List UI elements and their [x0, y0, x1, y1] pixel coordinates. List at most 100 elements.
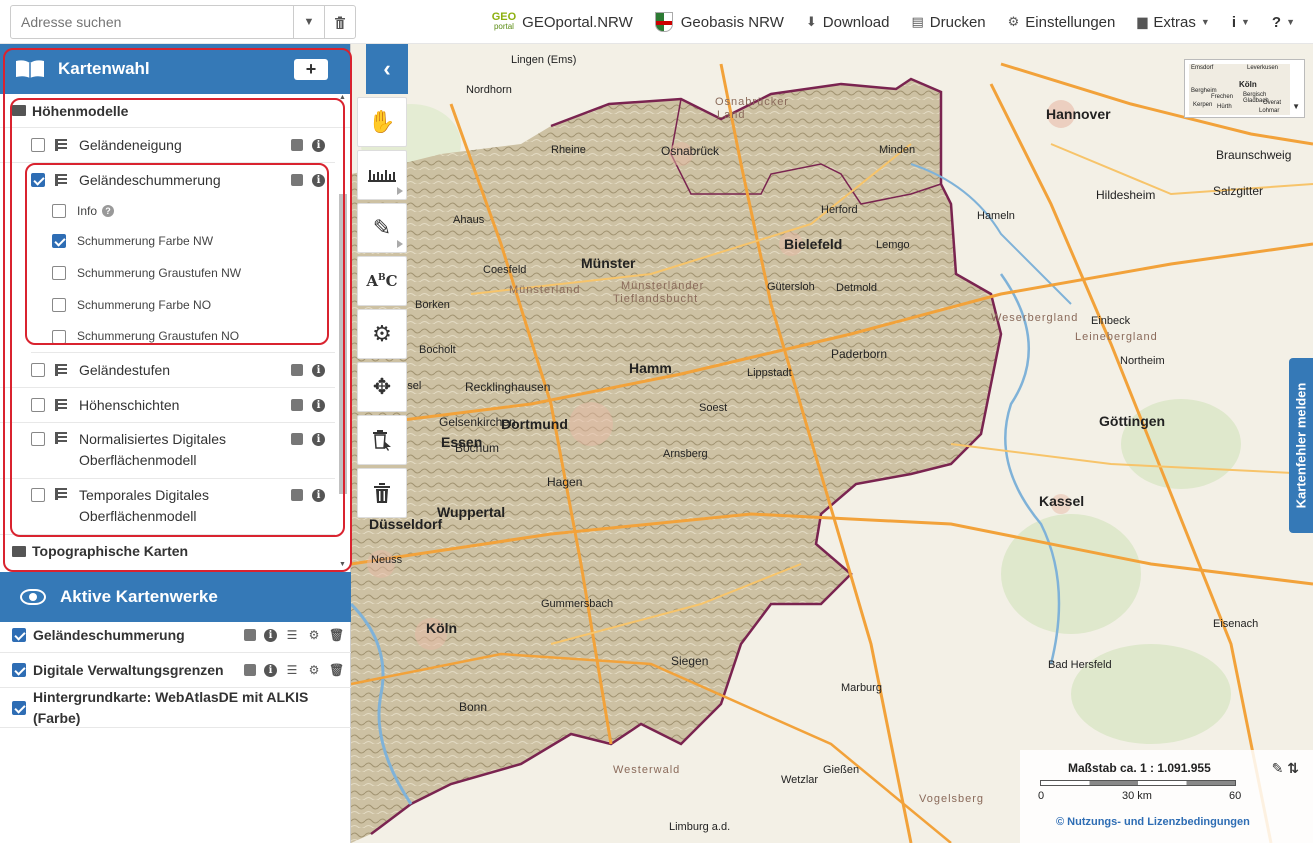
edit-icon[interactable]: ✎ — [1272, 760, 1284, 776]
info-icon[interactable]: i — [312, 364, 325, 377]
map-toolbar: ✋ ✎ ABC ⚙ ✥ — [357, 97, 407, 521]
layer-row-gelaendeschummerung[interactable]: Geländeschummerung i — [0, 163, 335, 197]
layer-row-hoehenschichten[interactable]: Höhenschichten i — [0, 388, 335, 423]
active-layer-checkbox-checked[interactable] — [12, 628, 26, 642]
scroll-down-icon[interactable]: ▼ — [339, 561, 346, 568]
sublayer-row[interactable]: Schummerung Farbe NW — [0, 225, 351, 257]
layer-tree-scrollbar[interactable]: ▲ ▼ — [339, 94, 347, 568]
map-label-bonn: Bonn — [459, 700, 488, 714]
opacity-square-icon[interactable] — [244, 664, 256, 676]
sublayer-checkbox[interactable] — [52, 329, 66, 344]
move-tool-button[interactable]: ✥ — [357, 362, 407, 412]
pan-tool-button[interactable]: ✋ — [357, 97, 407, 147]
opacity-square-icon[interactable] — [291, 399, 303, 411]
active-layer-row[interactable]: Hintergrundkarte: WebAtlasDE mit ALKIS (… — [0, 688, 351, 728]
map-label-siegen: Siegen — [671, 654, 709, 668]
info-icon[interactable]: i — [264, 629, 277, 642]
sublayer-row-info[interactable]: Info ? — [0, 197, 351, 225]
legend-list-icon[interactable]: ☰ — [286, 664, 298, 676]
overview-minimap[interactable]: Emsdorf Leverkusen Köln Bergheim Frechen… — [1184, 59, 1305, 118]
active-layer-row[interactable]: Geländeschummerung i ☰ ⚙ 🗑 — [0, 618, 351, 653]
info-icon[interactable]: i — [312, 399, 325, 412]
download-menu[interactable]: ⬇ Download — [806, 14, 890, 31]
layer-label: Temporales Digitales Oberflächenmodell — [79, 487, 209, 524]
scroll-up-icon[interactable]: ▲ — [339, 94, 346, 101]
minimap-toggle-icon[interactable]: ▼ — [1292, 102, 1300, 111]
sort-icon[interactable]: ⇅ — [1287, 760, 1299, 776]
active-layer-label: Geländeschummerung — [33, 626, 185, 643]
info-icon[interactable]: i — [312, 174, 325, 187]
layer-row-gelaendeneigung[interactable]: Geländeneigung i — [0, 128, 335, 163]
help-icon[interactable]: ? — [102, 205, 115, 217]
geobasis-link[interactable]: Geobasis NRW — [654, 12, 784, 32]
sublayer-row[interactable]: Schummerung Graustufen NO — [31, 321, 335, 353]
layer-checkbox[interactable] — [31, 488, 45, 502]
gear-icon[interactable]: ⚙ — [308, 629, 320, 641]
sublayer-label: Schummerung Graustufen NO — [77, 329, 240, 343]
layer-row-gelaendestufen[interactable]: Geländestufen i — [0, 353, 335, 388]
pencil-icon: ✎ — [372, 215, 392, 240]
scrollbar-thumb[interactable] — [339, 194, 347, 494]
trash-icon[interactable]: 🗑 — [329, 664, 344, 676]
geoportal-link[interactable]: GEO portal GEOportal.NRW — [492, 12, 633, 32]
info-icon[interactable]: i — [312, 489, 325, 502]
folder-closed-icon — [12, 545, 26, 557]
submenu-arrow-icon — [397, 187, 403, 195]
map-label-hildesheim: Hildesheim — [1096, 188, 1156, 202]
map-canvas[interactable]: Hannover Osnabrück Bielefeld Münster Dor… — [351, 44, 1313, 843]
collapse-panel-button[interactable]: ‹ — [366, 44, 408, 94]
measure-tool-button[interactable] — [357, 150, 407, 200]
layer-checkbox[interactable] — [31, 138, 45, 152]
gear-cursor-icon: ⚙ — [372, 321, 392, 346]
opacity-square-icon[interactable] — [244, 629, 256, 641]
map-label-northeim: Northeim — [1120, 355, 1165, 367]
group-topographische-karten[interactable]: Topographische Karten — [0, 535, 351, 567]
address-search-input[interactable] — [11, 6, 293, 38]
opacity-square-icon[interactable] — [291, 364, 303, 376]
layer-row-ndom[interactable]: Normalisiertes Digitales Oberflächenmodel… — [0, 423, 335, 479]
settings-tool-button[interactable]: ⚙ — [357, 309, 407, 359]
gear-icon[interactable]: ⚙ — [308, 664, 320, 676]
delete-all-button[interactable] — [357, 468, 407, 518]
active-layer-checkbox-checked[interactable] — [12, 663, 26, 677]
settings-menu[interactable]: ⚙ Einstellungen — [1008, 14, 1116, 31]
trash-icon[interactable]: 🗑 — [329, 629, 344, 641]
draw-tool-button[interactable]: ✎ — [357, 203, 407, 253]
info-icon[interactable]: i — [312, 433, 325, 446]
opacity-square-icon[interactable] — [291, 489, 303, 501]
layer-row-tdom[interactable]: Temporales Digitales Oberflächenmodell i — [0, 479, 335, 535]
extras-menu[interactable]: ▆ Extras ▼ — [1137, 14, 1209, 31]
sublayer-checkbox[interactable] — [52, 204, 66, 218]
active-layer-row[interactable]: Digitale Verwaltungsgrenzen i ☰ ⚙ 🗑 — [0, 653, 351, 688]
sublayer-checkbox[interactable] — [52, 298, 66, 312]
sublayer-checkbox[interactable] — [52, 266, 66, 280]
group-hoehenmodelle[interactable]: Höhenmodelle — [0, 94, 351, 128]
layer-label: Geländeneigung — [79, 136, 182, 153]
opacity-square-icon[interactable] — [291, 433, 303, 445]
sublayer-row[interactable]: Schummerung Graustufen NW — [0, 257, 351, 289]
label-tool-button[interactable]: ABC — [357, 256, 407, 306]
layer-checkbox[interactable] — [31, 363, 45, 377]
active-layer-checkbox-checked[interactable] — [12, 700, 26, 715]
info-icon[interactable]: i — [264, 664, 277, 677]
info-icon[interactable]: i — [312, 139, 325, 152]
search-clear-button[interactable] — [324, 6, 355, 38]
layer-checkbox[interactable] — [31, 398, 45, 412]
delete-select-tool-button[interactable] — [357, 415, 407, 465]
minimap-label: Overat — [1263, 100, 1282, 106]
layer-checkbox-checked[interactable] — [31, 173, 45, 187]
sublayer-checkbox-checked[interactable] — [52, 234, 66, 248]
print-menu[interactable]: ▤ Drucken — [911, 14, 985, 31]
layer-list-icon — [55, 139, 67, 151]
legend-list-icon[interactable]: ☰ — [286, 629, 298, 641]
info-menu[interactable]: i ▼ — [1232, 14, 1250, 31]
report-map-error-tab[interactable]: Kartenfehler melden — [1289, 358, 1313, 533]
sublayer-row[interactable]: Schummerung Farbe NO — [0, 289, 351, 321]
add-map-button[interactable]: + — [294, 59, 328, 80]
help-menu[interactable]: ? ▼ — [1272, 14, 1295, 31]
search-dropdown-button[interactable]: ▼ — [293, 6, 324, 38]
opacity-square-icon[interactable] — [291, 139, 303, 151]
opacity-square-icon[interactable] — [291, 174, 303, 186]
license-link[interactable]: © Nutzungs- und Lizenzbedingungen — [1056, 816, 1250, 828]
layer-checkbox[interactable] — [31, 432, 45, 446]
